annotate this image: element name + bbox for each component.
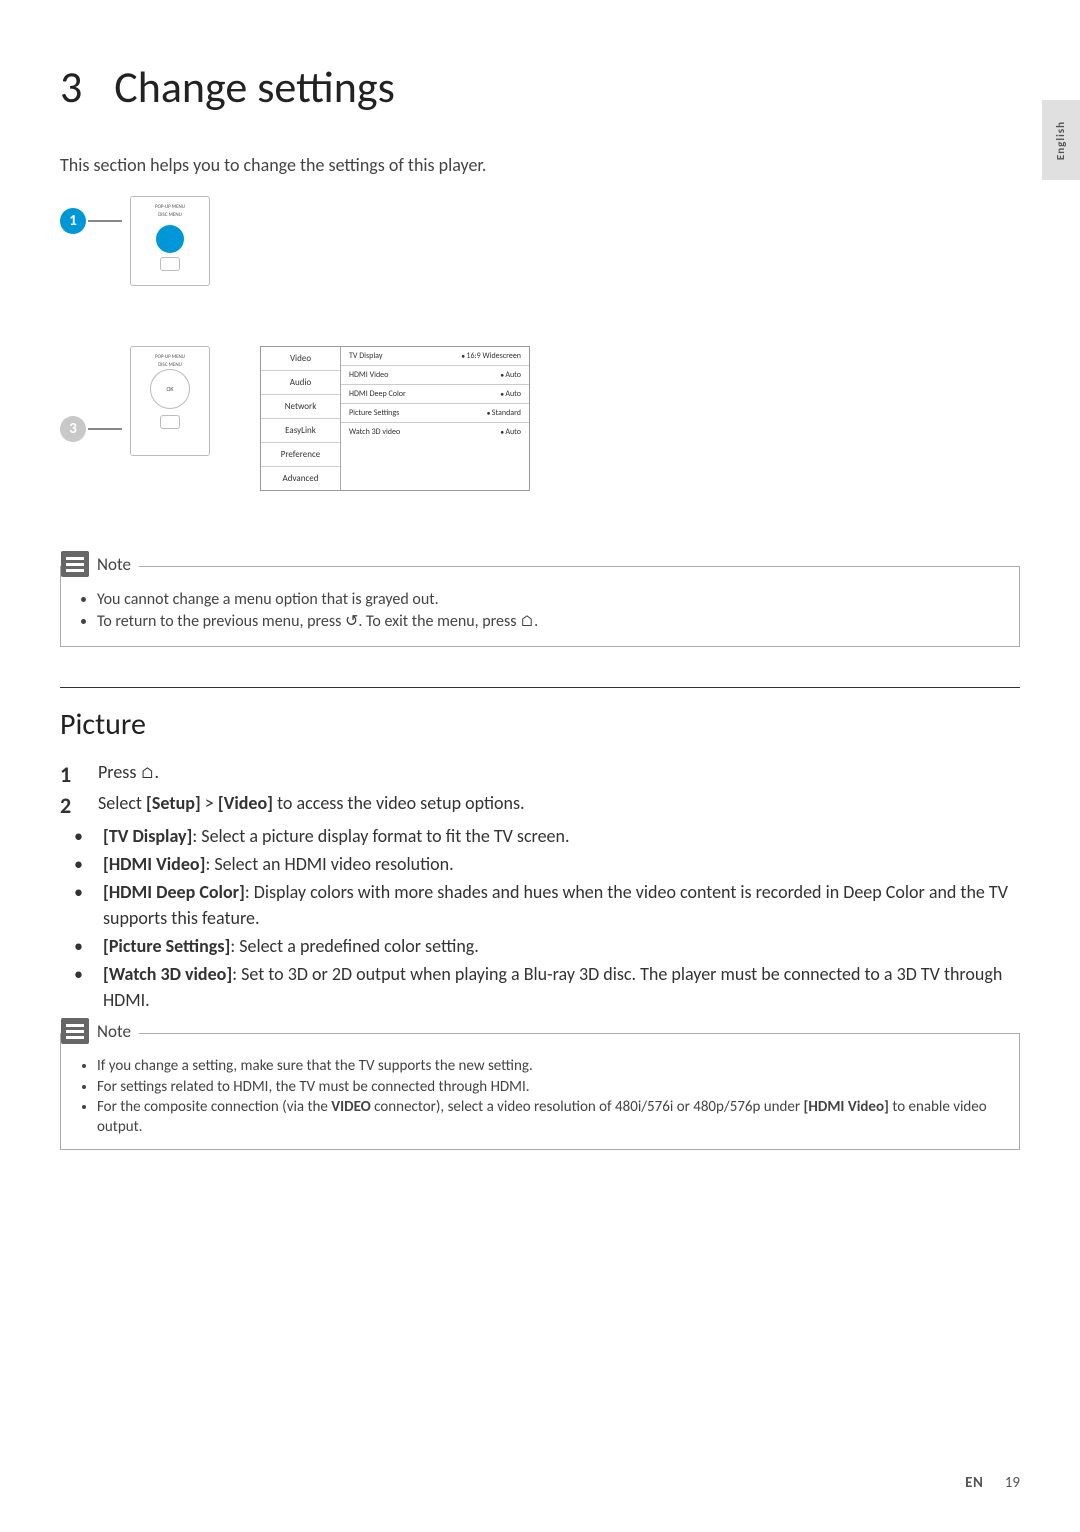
- diagram-area: 1 POP-UP MENU DISC MENU 3 POP-UP MENU DI…: [60, 206, 1020, 526]
- option-bullet: [Picture Settings]: Select a predefined …: [60, 933, 1020, 959]
- option-bullet: [HDMI Video]: Select an HDMI video resol…: [60, 851, 1020, 877]
- menu-category: Preference: [261, 443, 340, 467]
- step-text: Press ⌂.: [98, 761, 159, 783]
- remote-popup-label: POP-UP MENU: [131, 353, 209, 361]
- remote-disc-label: DISC MENU: [131, 211, 209, 219]
- menu-options: TV Display16:9 WidescreenHDMI VideoAutoH…: [341, 347, 529, 490]
- note-item: If you change a setting, make sure that …: [97, 1056, 1005, 1076]
- intro-text: This section helps you to change the set…: [60, 154, 1020, 176]
- option-descriptions: [TV Display]: Select a picture display f…: [60, 823, 1020, 1014]
- menu-category: Audio: [261, 371, 340, 395]
- step-number: 2: [60, 792, 80, 819]
- remote-disc-label: DISC MENU: [131, 361, 209, 369]
- note-title: Note: [97, 554, 131, 575]
- menu-categories: VideoAudioNetworkEasyLinkPreferenceAdvan…: [261, 347, 341, 490]
- option-text: [TV Display]: Select a picture display f…: [103, 823, 570, 849]
- language-tab-label: English: [1055, 120, 1068, 159]
- menu-option-row: Picture Settings Standard: [341, 404, 529, 423]
- callout-line: [88, 428, 122, 430]
- step-badge-3: 3: [60, 416, 86, 442]
- menu-category: EasyLink: [261, 419, 340, 443]
- chapter-title: Change settings: [114, 60, 395, 114]
- note-title: Note: [97, 1021, 131, 1042]
- option-text: [Watch 3D video]: Set to 3D or 2D output…: [103, 961, 1020, 1013]
- option-text: [HDMI Deep Color]: Display colors with m…: [103, 879, 1020, 931]
- osd-menu-screenshot: VideoAudioNetworkEasyLinkPreferenceAdvan…: [260, 346, 530, 491]
- menu-category: Network: [261, 395, 340, 419]
- note-item: For the composite connection (via the VI…: [97, 1097, 1005, 1138]
- remote-fragment-1: POP-UP MENU DISC MENU: [130, 196, 210, 286]
- menu-category: Advanced: [261, 467, 340, 490]
- note-list: If you change a setting, make sure that …: [75, 1056, 1005, 1137]
- option-bullet: [TV Display]: Select a picture display f…: [60, 823, 1020, 849]
- diagram-step-3: 3 POP-UP MENU DISC MENU OK VideoAudioNet…: [60, 346, 1020, 526]
- note-box-1: Note You cannot change a menu option tha…: [60, 566, 1020, 647]
- step-badge-1: 1: [60, 208, 86, 234]
- page-footer: EN 19: [965, 1474, 1020, 1492]
- note-tag: Note: [61, 551, 139, 577]
- note-item: You cannot change a menu option that is …: [97, 589, 1005, 611]
- language-tab: English: [1042, 100, 1080, 180]
- option-text: [HDMI Video]: Select an HDMI video resol…: [103, 851, 454, 877]
- diagram-step-1: 1 POP-UP MENU DISC MENU: [60, 206, 1020, 306]
- menu-category: Video: [261, 347, 340, 371]
- remote-popup-label: POP-UP MENU: [131, 203, 209, 211]
- note-tag: Note: [61, 1018, 139, 1044]
- note-item: For settings related to HDMI, the TV mus…: [97, 1077, 1005, 1097]
- menu-option-value: Auto: [500, 389, 521, 399]
- step-number: 1: [60, 761, 80, 788]
- option-bullet: [HDMI Deep Color]: Display colors with m…: [60, 879, 1020, 931]
- step-text: Select [Setup] > [Video] to access the v…: [98, 792, 525, 814]
- remote-nav-circle: OK: [150, 369, 190, 409]
- menu-option-label: Watch 3D video: [349, 427, 400, 437]
- section-heading: Picture: [60, 706, 1020, 743]
- chapter-number: 3: [60, 60, 82, 114]
- callout-line: [88, 220, 122, 222]
- option-text: [Picture Settings]: Select a predefined …: [103, 933, 479, 959]
- option-bullet: [Watch 3D video]: Set to 3D or 2D output…: [60, 961, 1020, 1013]
- step: 1 Press ⌂.: [60, 761, 1020, 788]
- remote-home-button: [160, 257, 180, 271]
- menu-option-value: Auto: [500, 370, 521, 380]
- menu-option-label: TV Display: [349, 351, 382, 361]
- footer-lang: EN: [965, 1474, 983, 1492]
- menu-option-row: Watch 3D video Auto: [341, 423, 529, 441]
- menu-option-value: 16:9 Widescreen: [461, 351, 521, 361]
- menu-option-label: Picture Settings: [349, 408, 399, 418]
- menu-option-value: Auto: [500, 427, 521, 437]
- note-icon: [61, 1018, 89, 1044]
- procedure-steps: 1 Press ⌂. 2 Select [Setup] > [Video] to ac…: [60, 761, 1020, 819]
- footer-page: 19: [1005, 1474, 1020, 1492]
- menu-option-label: HDMI Deep Color: [349, 389, 406, 399]
- note-box-2: Note If you change a setting, make sure …: [60, 1033, 1020, 1150]
- menu-option-row: TV Display 16:9 Widescreen: [341, 347, 529, 366]
- remote-round-button: [156, 225, 184, 253]
- remote-home-button: [160, 415, 180, 429]
- note-icon: [61, 551, 89, 577]
- chapter-heading: 3 Change settings: [60, 60, 1020, 114]
- menu-option-value: Standard: [487, 408, 521, 418]
- remote-fragment-2: POP-UP MENU DISC MENU OK: [130, 346, 210, 456]
- section-rule: [60, 687, 1020, 688]
- menu-option-row: HDMI Video Auto: [341, 366, 529, 385]
- menu-option-row: HDMI Deep Color Auto: [341, 385, 529, 404]
- note-list: You cannot change a menu option that is …: [75, 589, 1005, 634]
- menu-option-label: HDMI Video: [349, 370, 388, 380]
- step: 2 Select [Setup] > [Video] to access the …: [60, 792, 1020, 819]
- note-item: To return to the previous menu, press ↺.…: [97, 611, 1005, 633]
